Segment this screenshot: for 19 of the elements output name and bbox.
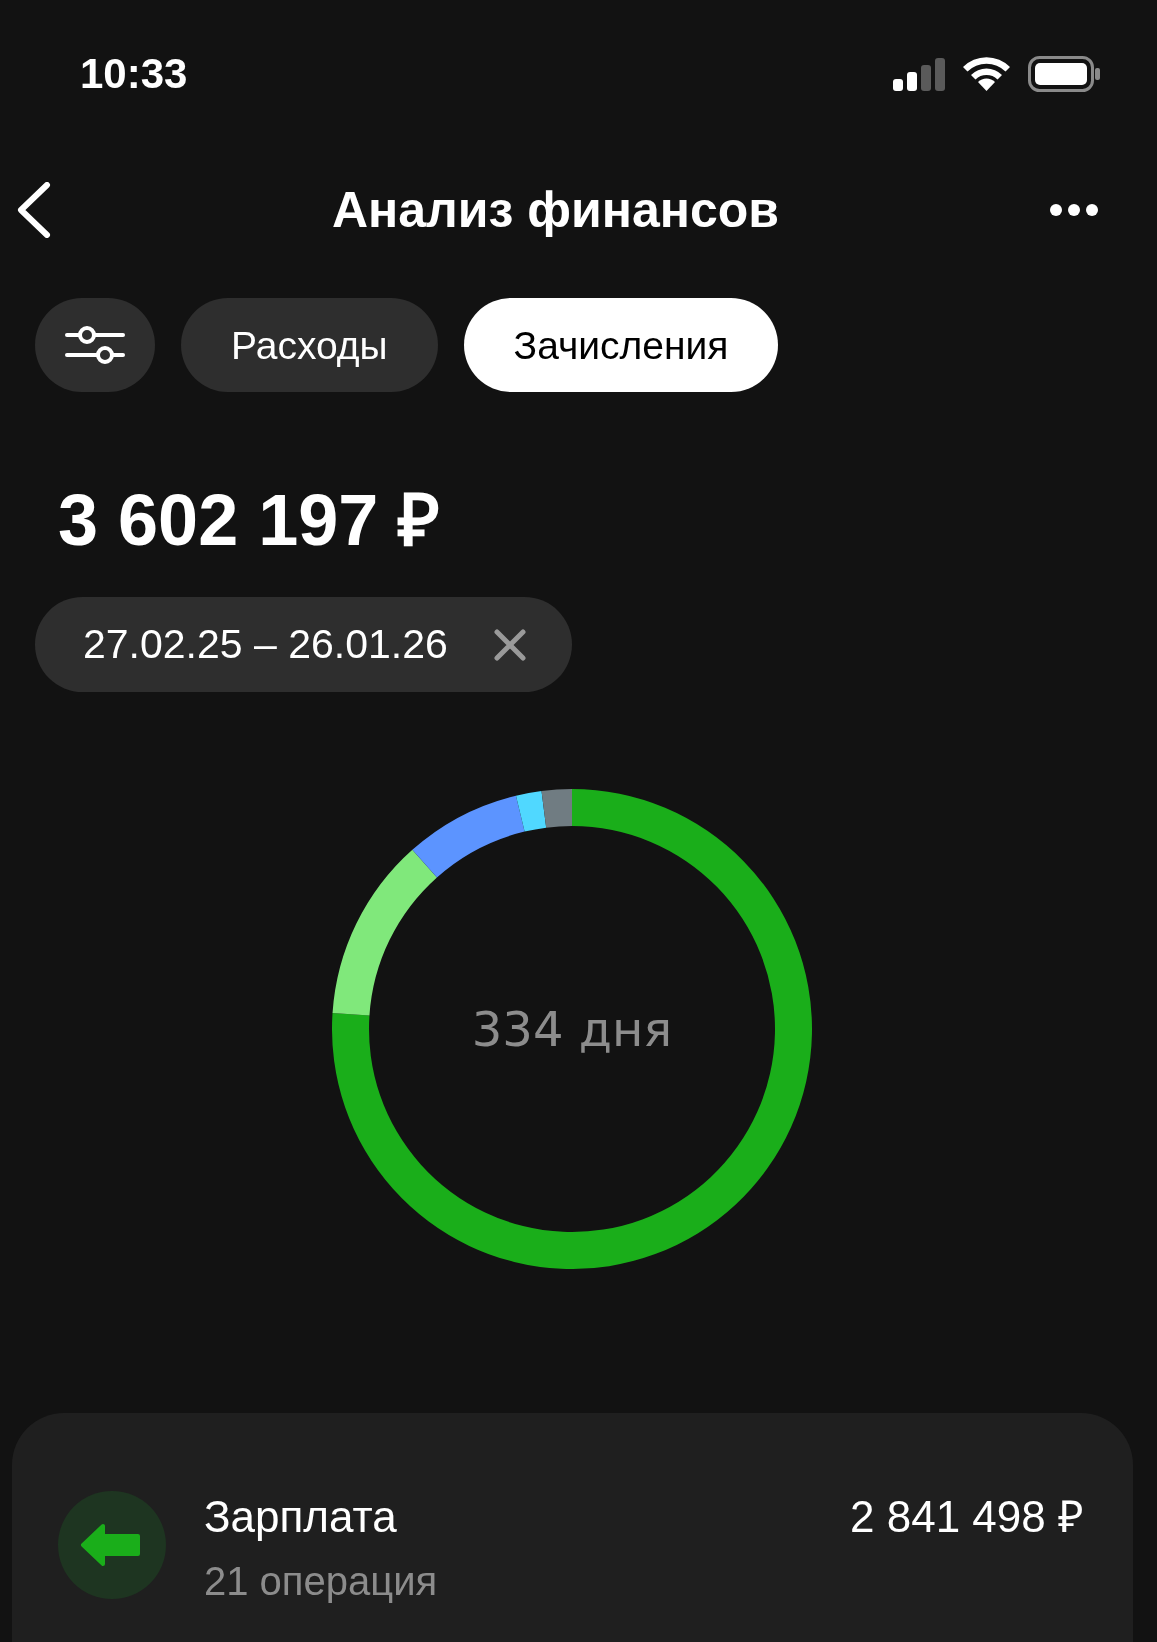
page-title: Анализ финансов bbox=[331, 185, 780, 235]
category-amount: 2 841 498 ₽ bbox=[850, 1495, 1084, 1539]
wifi-icon bbox=[963, 57, 1010, 91]
battery-icon bbox=[1028, 56, 1100, 92]
tab[interactable]: Зачисления bbox=[463, 298, 779, 392]
total-amount: 3 602 197 ₽ bbox=[58, 480, 441, 560]
arrow-left-icon bbox=[58, 1491, 166, 1599]
more-icon bbox=[1050, 204, 1098, 216]
signal-icon bbox=[893, 57, 945, 91]
tab[interactable]: Расходы bbox=[181, 298, 438, 392]
status-time: 10:33 bbox=[80, 53, 188, 95]
clear-button[interactable] bbox=[491, 626, 528, 663]
category-name: Зарплата bbox=[204, 1495, 398, 1539]
sliders-icon bbox=[65, 325, 125, 365]
operations-count: 21 операция bbox=[204, 1561, 438, 1601]
close-icon bbox=[493, 628, 526, 661]
chevron-left-icon bbox=[17, 182, 51, 238]
period-label: 27.02.25 – 26.01.26 bbox=[83, 624, 448, 665]
donut-center-label: 334 дня bbox=[471, 1005, 673, 1053]
